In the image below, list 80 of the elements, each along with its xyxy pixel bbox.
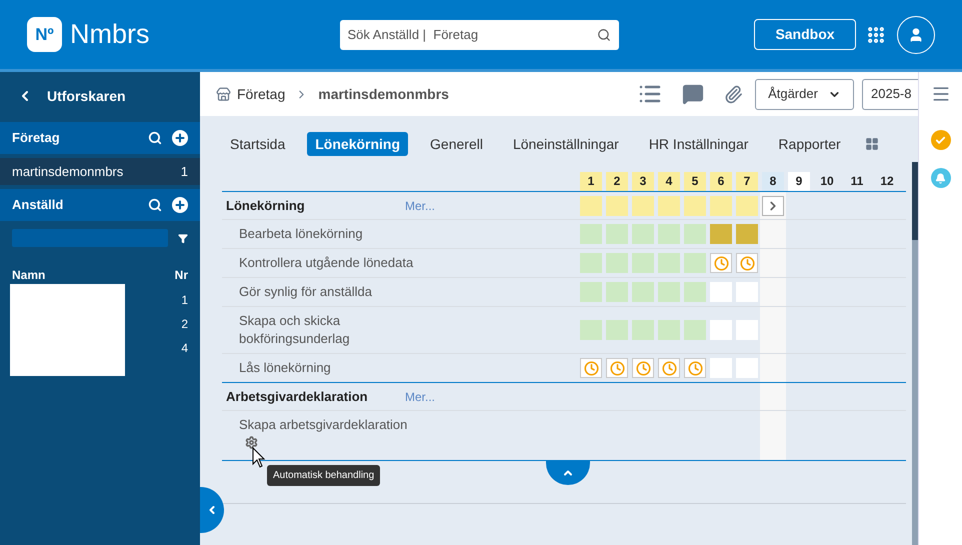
tooltip: Automatisk behandling [267, 465, 380, 486]
logo-mark: Nº [27, 17, 62, 52]
section-title: Anställd [12, 196, 64, 214]
current-month-cell [760, 383, 786, 410]
month-header: 12 [879, 173, 895, 190]
current-month-cell [760, 411, 786, 460]
task-label: Skapa och skicka bokföringsunderlag [239, 312, 351, 348]
month-header: 9 [788, 172, 810, 191]
actions-dropdown[interactable]: Åtgärder [755, 78, 854, 110]
company-name: martinsdemonmbrs [12, 162, 124, 181]
clock-icon [610, 360, 624, 376]
task-label: Bearbeta lönekörning [239, 225, 364, 243]
current-month-cell [760, 278, 786, 306]
breadcrumb-current: martinsdemonmbrs [318, 84, 449, 104]
task-label: Skapa arbetsgivardeklaration [239, 416, 408, 434]
user-icon [908, 26, 924, 42]
clock-icon [688, 360, 702, 376]
month-header: 7 [736, 172, 758, 191]
add-icon[interactable] [172, 197, 188, 213]
search-icon[interactable] [148, 131, 162, 145]
apps-grid-icon[interactable] [866, 24, 886, 44]
user-avatar[interactable] [897, 16, 935, 54]
column-header: Nr [174, 267, 188, 284]
tab[interactable]: Generell [422, 132, 491, 156]
month-header: 10 [819, 173, 835, 190]
section-title: Lönekörning [225, 196, 306, 215]
employee-number: 2 [181, 317, 188, 332]
task-label: Kontrollera utgående lönedata [239, 254, 414, 272]
section-title: Arbetsgivardeklaration [225, 388, 369, 406]
month-header: 6 [710, 172, 732, 191]
month-header: 8 [762, 172, 784, 191]
collapse-up-tab[interactable] [546, 461, 590, 485]
add-icon[interactable] [172, 130, 188, 146]
add-widget-icon[interactable] [864, 137, 879, 151]
month-header: 4 [658, 172, 680, 191]
clock-icon [740, 256, 754, 270]
clock-icon [662, 360, 676, 376]
breadcrumb-link[interactable]: Företag [237, 84, 286, 104]
tab[interactable]: Lönekörning [307, 132, 408, 156]
explorer-back[interactable]: Utforskaren [0, 72, 200, 120]
filter-field[interactable] [12, 229, 168, 247]
clock-icon [714, 256, 728, 270]
cursor-icon [252, 447, 266, 469]
search-icon[interactable] [148, 198, 162, 212]
month-header: 5 [684, 172, 706, 191]
employee-number: 1 [181, 293, 188, 308]
clock-icon [584, 360, 598, 376]
current-month-cell [760, 307, 786, 353]
check-icon [935, 134, 946, 146]
tab[interactable]: HR Inställningar [640, 132, 756, 156]
sandbox-button[interactable]: Sandbox [754, 19, 856, 50]
company-item[interactable]: martinsdemonmbrs 1 [0, 158, 200, 185]
tab[interactable]: Löneinställningar [504, 132, 627, 156]
plus-icon [174, 199, 186, 211]
paperclip-icon[interactable] [724, 84, 743, 104]
employee-number: 4 [181, 341, 188, 356]
plus-icon [174, 132, 186, 144]
current-month-cell [760, 354, 786, 382]
check-badge-icon[interactable] [930, 130, 950, 150]
tab[interactable]: Rapporter [770, 132, 849, 156]
logo-text: Nmbrs [70, 18, 150, 52]
month-header: 2 [606, 172, 628, 191]
filter-icon[interactable] [178, 232, 188, 244]
clock-icon [636, 360, 650, 376]
company-count: 1 [180, 162, 188, 181]
bell-glyph-icon [935, 172, 946, 184]
section-title: Företag [12, 129, 61, 148]
search-icon[interactable] [596, 28, 610, 42]
month-header: 11 [850, 173, 864, 190]
search-field[interactable]: Sök Anställd | Företag [340, 20, 618, 50]
task-label: Gör synlig för anställda [239, 283, 373, 301]
month-header: 3 [632, 172, 654, 191]
task-label: Lås lönekörning [239, 359, 332, 377]
current-month-cell [760, 249, 786, 277]
tab[interactable]: Startsida [222, 132, 294, 156]
collapse-sidebar-tab[interactable] [200, 487, 224, 533]
comment-icon[interactable] [682, 83, 704, 105]
store-icon [216, 86, 231, 102]
month-header: 1 [580, 172, 602, 191]
column-header: Namn [12, 267, 46, 284]
